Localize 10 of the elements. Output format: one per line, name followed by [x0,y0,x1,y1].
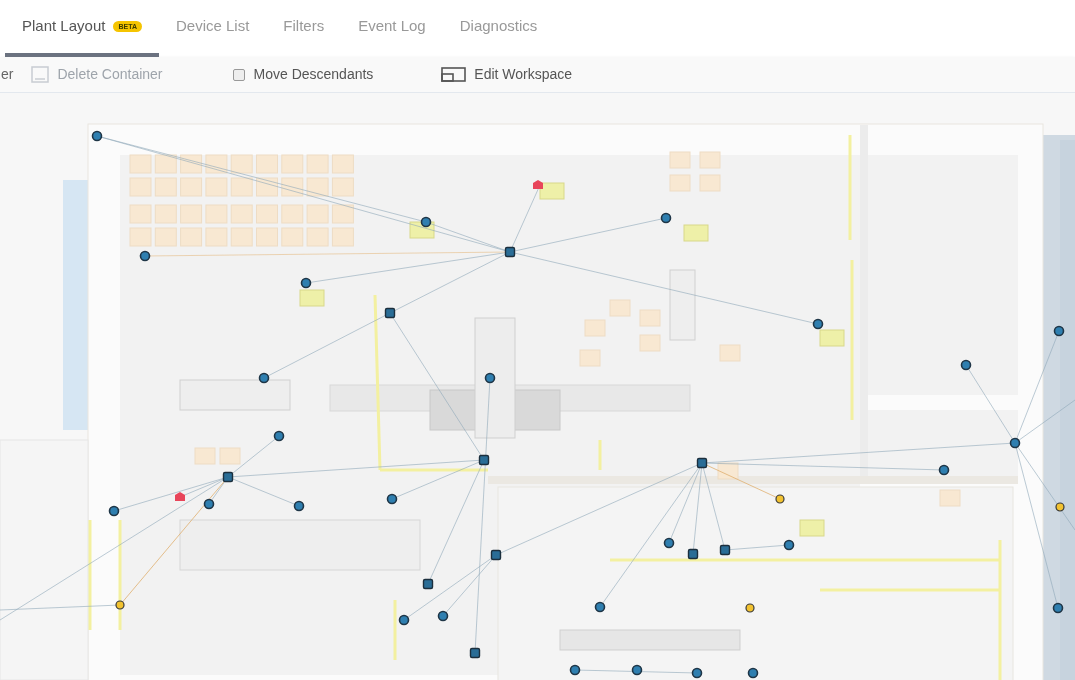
tab[interactable]: Device List [158,0,267,57]
checkbox-label[interactable]: Move Descendants [253,64,374,85]
tab[interactable]: Diagnostics [442,0,555,57]
toolbar-button[interactable]: Edit Workspace [441,64,573,85]
toolbar-button-label[interactable]: er [1,64,14,85]
workspace-icon [441,67,467,82]
tab[interactable]: Event Log [341,0,443,57]
tab[interactable]: Filters [266,0,342,57]
checkbox[interactable] [232,68,245,81]
container-icon [31,66,50,83]
